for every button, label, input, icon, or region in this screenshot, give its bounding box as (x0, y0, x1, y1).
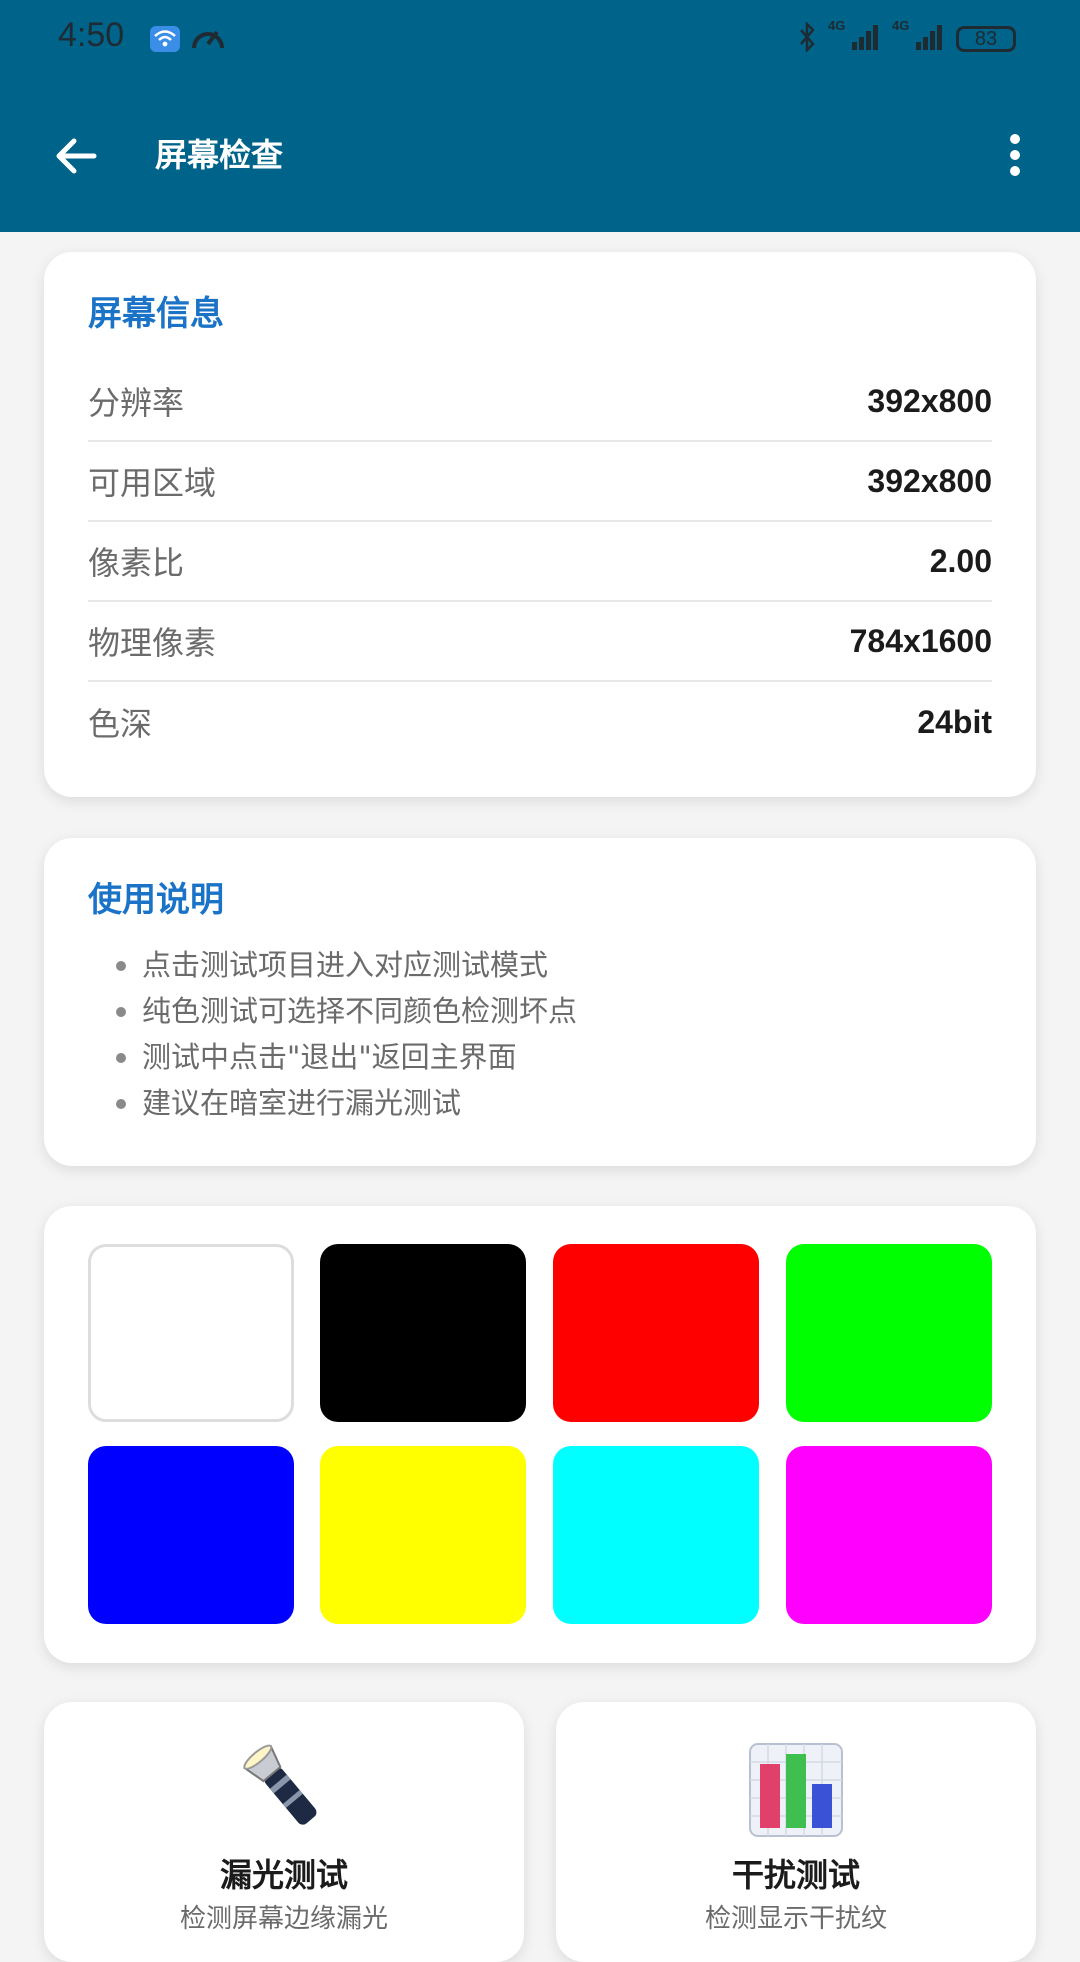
swatch-magenta[interactable] (786, 1446, 992, 1624)
swatch-white[interactable] (88, 1244, 294, 1422)
screen-info-card: 屏幕信息 分辨率 392x800 可用区域 392x800 像素比 2.00 物… (44, 252, 1036, 797)
signal-icon-1: 4G (828, 18, 880, 56)
info-row-physical-pixels: 物理像素 784x1600 (88, 602, 992, 682)
page-title: 屏幕检查 (155, 136, 284, 174)
interference-test-card[interactable]: 干扰测试 检测显示干扰纹 (556, 1702, 1036, 1962)
instructions-list: 点击测试项目进入对应测试模式 纯色测试可选择不同颜色检测坏点 测试中点击"退出"… (104, 942, 577, 1126)
swatch-cyan[interactable] (553, 1446, 759, 1624)
color-test-card (44, 1206, 1036, 1663)
battery-icon: 83 (956, 26, 1016, 52)
instruction-item: 测试中点击"退出"返回主界面 (104, 1034, 577, 1080)
instruction-item: 点击测试项目进入对应测试模式 (104, 942, 577, 988)
light-leak-test-card[interactable]: 漏光测试 检测屏幕边缘漏光 (44, 1702, 524, 1962)
status-indicators: 4G 4G 83 (798, 18, 1016, 56)
swatch-black[interactable] (320, 1244, 526, 1422)
flashlight-icon (234, 1740, 334, 1840)
bluetooth-icon (798, 20, 816, 56)
more-options-icon[interactable] (1000, 128, 1030, 184)
info-row-available-area: 可用区域 392x800 (88, 442, 992, 522)
swatch-red[interactable] (553, 1244, 759, 1422)
swatch-yellow[interactable] (320, 1446, 526, 1624)
info-row-color-depth: 色深 24bit (88, 703, 992, 744)
light-leak-test-subtitle: 检测屏幕边缘漏光 (179, 1904, 388, 1934)
signal-icon-2: 4G (892, 18, 944, 56)
screen-info-title: 屏幕信息 (88, 294, 224, 334)
app-bar: 屏幕检查 (0, 80, 1080, 232)
battery-level: 83 (974, 27, 998, 50)
interference-test-title: 干扰测试 (731, 1856, 860, 1894)
info-row-resolution: 分辨率 392x800 (88, 362, 992, 442)
bar-chart-icon (746, 1740, 846, 1840)
speed-icon (190, 22, 226, 58)
swatch-green[interactable] (786, 1244, 992, 1422)
interference-test-subtitle: 检测显示干扰纹 (704, 1904, 887, 1934)
info-row-pixel-ratio: 像素比 2.00 (88, 522, 992, 602)
instructions-title: 使用说明 (88, 880, 224, 920)
status-time: 4:50 (58, 16, 125, 54)
wifi-icon (150, 26, 180, 52)
swatch-blue[interactable] (88, 1446, 294, 1624)
back-arrow-icon[interactable] (50, 128, 106, 184)
instructions-card: 使用说明 点击测试项目进入对应测试模式 纯色测试可选择不同颜色检测坏点 测试中点… (44, 838, 1036, 1166)
light-leak-test-title: 漏光测试 (219, 1856, 348, 1894)
instruction-item: 建议在暗室进行漏光测试 (104, 1080, 577, 1126)
status-bar: 4:50 4G 4G 83 (0, 0, 1080, 80)
instruction-item: 纯色测试可选择不同颜色检测坏点 (104, 988, 577, 1034)
